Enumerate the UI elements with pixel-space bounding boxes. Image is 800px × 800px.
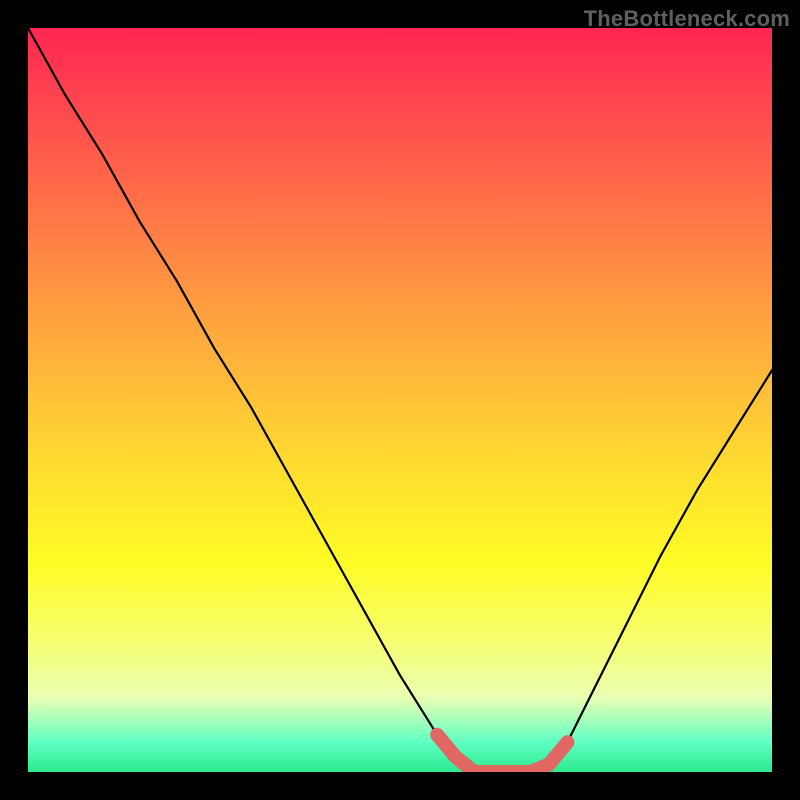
chart-plot-area	[28, 28, 772, 772]
gradient-background	[28, 28, 772, 772]
watermark-text: TheBottleneck.com	[584, 6, 790, 32]
chart-svg	[28, 28, 772, 772]
